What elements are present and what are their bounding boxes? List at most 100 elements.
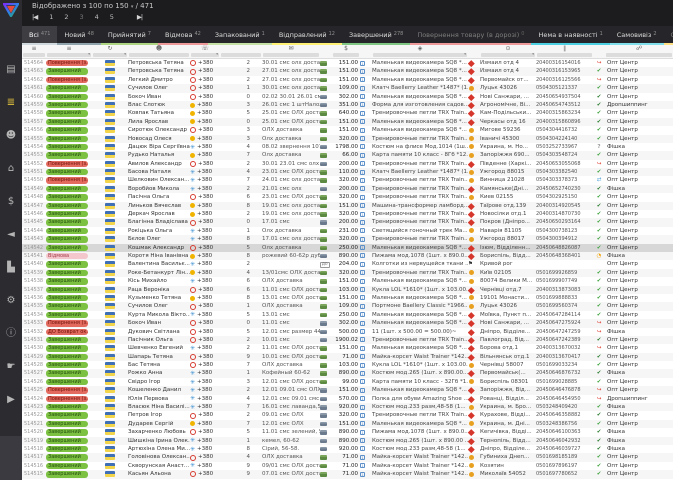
table-row[interactable]: 514532 ДО Возврат ок... Дукович Світлана +3… <box>22 327 673 336</box>
cell-phone[interactable]: ✳ +380 <box>190 143 220 151</box>
cell-phone[interactable]: +380 <box>190 210 220 218</box>
cell-phone[interactable]: +380 <box>190 294 220 302</box>
status-badge[interactable]: Завершений <box>46 211 88 218</box>
cell-phone[interactable]: ✳ +380 <box>190 277 220 285</box>
column-filter-input[interactable] <box>191 52 219 57</box>
cell-phone[interactable]: +380 <box>190 93 220 101</box>
table-row[interactable]: 514534 Завершений Курта Микола Вікто... ✳ +3… <box>22 310 673 320</box>
table-row[interactable]: 514539 Завершений Роке-Бетанкурт Лін... +38… <box>22 268 673 278</box>
table-row[interactable]: 514550 Повернення (з... Шелковин Олексан..… <box>22 176 673 185</box>
status-badge[interactable]: Завершений <box>46 93 88 100</box>
table-row[interactable]: 514515 Завершений Касьян Альона +380 9 07.01 … <box>22 470 673 479</box>
table-row[interactable]: 514554 Завершений Дацюк Віра Сергіївна ✳ +38… <box>22 142 673 152</box>
table-row[interactable]: 514560 Завершений Бокоч Иван +380 0 02.02 30.… <box>22 92 673 101</box>
cell-phone[interactable]: +380 <box>190 160 220 168</box>
table-row[interactable]: 514552 Повернення (з... Авилов Александр +3… <box>22 159 673 169</box>
status-badge[interactable]: Завершений <box>46 236 88 243</box>
status-badge[interactable]: Завершений <box>46 227 88 235</box>
status-badge[interactable]: Повернення (з... <box>46 177 88 184</box>
column-filter-input[interactable] <box>481 52 535 57</box>
dashboard-icon[interactable]: ▤ <box>0 53 22 86</box>
status-badge[interactable]: Завершений <box>46 445 88 453</box>
page-number[interactable]: 2 <box>64 13 68 21</box>
cell-phone[interactable]: +380 <box>190 286 220 294</box>
cell-phone[interactable]: ✳ +380 <box>190 369 220 377</box>
cell-phone[interactable]: +380 <box>190 336 220 344</box>
cell-phone[interactable]: +380 <box>190 302 220 310</box>
cell-phone[interactable]: +380 <box>190 361 220 369</box>
tab-Сервіси[interactable]: Сервіси0 <box>663 26 673 45</box>
table-row[interactable]: 514517 Завершений Головінова Олексан... +38… <box>22 453 673 462</box>
status-badge[interactable]: Повернення (з... <box>46 395 88 403</box>
status-badge[interactable]: Завершений <box>46 202 88 210</box>
column-filter-input[interactable] <box>221 53 261 57</box>
cell-phone[interactable]: +380 <box>190 470 220 478</box>
cell-phone[interactable]: +380 <box>190 59 220 67</box>
status-badge[interactable]: Повернення (з... <box>46 320 88 327</box>
cell-phone[interactable]: +380 <box>190 151 220 159</box>
status-badge[interactable]: Завершений <box>46 185 88 193</box>
cell-phone[interactable]: +380 <box>190 420 220 428</box>
settings-icon[interactable]: ⚙ <box>0 284 22 317</box>
tab-Завершений[interactable]: Завершений 278 <box>342 26 411 45</box>
table-row[interactable]: 514538 Завершений Кісь Михайло ✳ +380 6 ОЛХ до… <box>22 277 673 286</box>
table-row[interactable]: 514557 Завершений Лила Ярослав +380 0 25.01 с… <box>22 117 673 127</box>
table-row[interactable]: 514522 Завершений Петров Ігор +380 2 09.01 см… <box>22 411 673 420</box>
status-badge[interactable]: Завершений <box>46 429 88 436</box>
status-badge[interactable]: Завершений <box>46 118 88 126</box>
video-icon[interactable]: ▶ <box>0 383 22 416</box>
cell-phone[interactable]: ✳ +380 <box>190 260 220 268</box>
last-page-icon[interactable]: ▶| <box>137 13 143 21</box>
table-row[interactable]: 514529 Завершений Шапарь Тетяна +380 9 10.01 … <box>22 352 673 362</box>
table-row[interactable]: 514526 Завершений Свідро Ігор ✳ +380 3 12.01 с… <box>22 377 673 387</box>
status-badge[interactable]: Завершений <box>46 353 88 361</box>
payout-icon[interactable]: ☛ <box>0 350 22 383</box>
app-logo-icon[interactable] <box>3 3 19 17</box>
cell-phone[interactable]: ✳ +380 <box>190 311 220 319</box>
table-row[interactable]: 514524 Повернення (з... Юлія Первова ✳ +380 4… <box>22 394 673 404</box>
cell-phone[interactable]: +380 <box>190 67 220 75</box>
table-row[interactable]: 514561 Завершений Сучилов Олег +380 1 30.01 с… <box>22 84 673 93</box>
cell-phone[interactable]: +380 <box>190 244 220 252</box>
cell-phone[interactable]: +380 <box>190 76 220 84</box>
cell-phone[interactable]: ✳ +380 <box>190 344 220 352</box>
status-badge[interactable]: Завершений <box>46 345 88 352</box>
status-badge[interactable]: Завершений <box>46 244 88 251</box>
table-row[interactable]: 514546 Завершений Деркач Ярослав +380 2 19.01… <box>22 210 673 219</box>
table-row[interactable]: 514558 Завершений Ковпак Татьяна +380 5 25.01… <box>22 109 673 118</box>
cell-phone[interactable]: +380 <box>190 126 220 134</box>
table-row[interactable]: 514528 Завершений Бас Тетяна +380 7 ОЛХ доста… <box>22 361 673 370</box>
column-filter-input[interactable] <box>23 53 45 57</box>
page-number[interactable]: 3 <box>79 13 83 21</box>
cell-phone[interactable]: +380 <box>190 319 220 327</box>
tab-Новий[interactable]: Новий 48 <box>57 26 101 45</box>
column-filter-input[interactable] <box>606 53 672 57</box>
column-filter-input[interactable] <box>93 52 127 57</box>
cell-phone[interactable]: +380 <box>190 269 220 277</box>
column-filter-input[interactable] <box>373 52 467 57</box>
cell-phone[interactable]: ✳ +380 <box>190 185 220 193</box>
table-row[interactable]: 514531 Завершений Пасічник Ольга +380 2 10.01… <box>22 335 673 345</box>
table-row[interactable]: 514555 Завершений Новосад Олеся +380 3 Олх до… <box>22 134 673 143</box>
finance-icon[interactable]: $ <box>0 185 22 218</box>
cell-phone[interactable]: ✳ +380 <box>190 168 220 176</box>
status-badge[interactable]: Завершений <box>46 336 88 344</box>
cell-phone[interactable]: ✳ +380 <box>190 445 220 453</box>
status-badge[interactable]: ДО Возврат ок... <box>46 328 88 335</box>
tab-Повернення товару (в дорозі)[interactable]: Повернення товару (в дорозі) 0 <box>410 26 532 45</box>
tab-Нема в наявності[interactable]: Нема в наявності 1 <box>531 26 610 45</box>
table-row[interactable]: 514556 Завершений Сиротюк Олександр +380 3 ОЛ… <box>22 126 673 135</box>
column-filter-input[interactable] <box>47 52 91 57</box>
tab-Відправлений[interactable]: Відправлений 12 <box>271 26 342 45</box>
table-row[interactable]: 514516 Завершений Скворунская Анаст... ✳ +38… <box>22 461 673 471</box>
table-row[interactable]: 514549 Завершений Воробйов Микола ✳ +380 2 21.… <box>22 184 673 194</box>
status-badge[interactable]: Завершений <box>46 471 88 478</box>
cell-phone[interactable]: ✳ +380 <box>190 378 220 386</box>
status-badge[interactable]: Завершений <box>46 127 88 134</box>
tab-Відмова[interactable]: Відмова 42 <box>157 26 208 45</box>
table-row[interactable]: 514553 Завершений Рудько Наталья +380 7 Олх д… <box>22 151 673 160</box>
status-badge[interactable]: Відмова <box>46 252 88 260</box>
status-badge[interactable]: Завершений <box>46 269 88 277</box>
status-badge[interactable]: Завершений <box>46 110 88 117</box>
column-filter-input[interactable] <box>537 53 592 57</box>
